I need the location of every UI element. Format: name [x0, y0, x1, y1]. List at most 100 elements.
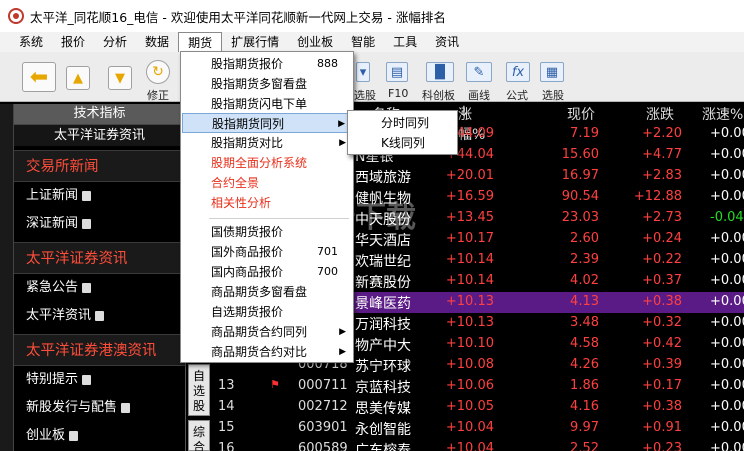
link-sh-news[interactable]: 上证新闻: [14, 182, 185, 210]
menu-futures[interactable]: 期货: [178, 32, 223, 52]
dd-commodity-multi[interactable]: 商品期货多窗看盘: [182, 282, 352, 302]
row-speed: +0.00: [710, 294, 744, 309]
row-change: +0.39: [642, 357, 682, 372]
row-change: +0.38: [642, 399, 682, 414]
dd-index-futures-quote[interactable]: 股指期货报价 888: [182, 54, 352, 74]
stock-picker-icon[interactable]: ▦: [540, 62, 564, 82]
doc-icon: [95, 311, 105, 321]
dd-domestic-commodity[interactable]: 国内商品报价 700: [182, 262, 352, 282]
row-name: 万润科技: [355, 317, 411, 333]
row-speed: +0.00: [710, 336, 744, 351]
select-label: 选股: [354, 89, 376, 102]
row-price: 1.86: [570, 378, 599, 393]
menu-data[interactable]: 数据: [136, 32, 178, 52]
stock-picker-label: 选股: [542, 89, 564, 102]
section-pacific-news: 太平洋证券资讯: [14, 242, 185, 274]
menu-quotes[interactable]: 报价: [52, 32, 94, 52]
row-price: 2.39: [570, 252, 599, 267]
dd-index-futures-same-list[interactable]: 股指期货同列 ▶: [182, 113, 352, 133]
link-pacific-info[interactable]: 太平洋资讯: [14, 302, 185, 330]
sub-kline-same-list[interactable]: K线同列: [349, 133, 456, 153]
row-speed: +0.00: [710, 231, 744, 246]
dd-index-futures-compare[interactable]: 股指期货对比 ▶: [182, 133, 352, 153]
row-pct: +10.06: [445, 378, 494, 393]
menu-news[interactable]: 资讯: [426, 32, 468, 52]
formula-icon[interactable]: fx: [506, 62, 530, 82]
draw-line-icon[interactable]: ✎: [466, 62, 492, 82]
row-speed: +0.00: [710, 168, 744, 183]
row-price: 4.58: [570, 336, 599, 351]
link-sz-news[interactable]: 深证新闻: [14, 210, 185, 238]
row-pct: +10.13: [445, 315, 494, 330]
row-number: 14: [218, 399, 235, 414]
row-pct: +10.08: [445, 357, 494, 372]
menu-system[interactable]: 系统: [10, 32, 52, 52]
row-speed: +0.00: [710, 147, 744, 162]
restore-icon[interactable]: ↻: [146, 60, 170, 84]
window-title: 太平洋_同花顺16_电信 - 欢迎使用太平洋同花顺新一代网上交易 - 涨幅排名: [30, 9, 446, 25]
dd-index-futures-multi[interactable]: 股指期货多窗看盘: [182, 74, 352, 94]
row-change: +2.73: [642, 210, 682, 225]
dd-correlation[interactable]: 相关性分析: [182, 193, 352, 213]
sub-intraday-same-list[interactable]: 分时同列: [349, 113, 456, 133]
menu-extended-quotes[interactable]: 扩展行情: [222, 32, 288, 52]
dd-full-analysis[interactable]: 股期全面分析系统: [182, 153, 352, 173]
row-change: +12.88: [633, 189, 682, 204]
row-pct: +10.04: [445, 441, 494, 451]
chinext-icon[interactable]: ▐▌: [426, 62, 454, 82]
table-row[interactable]: 15 603901 永创智能 +10.04 9.97 +0.91 +0.00: [212, 418, 744, 439]
title-bar: 太平洋_同花顺16_电信 - 欢迎使用太平洋同花顺新一代网上交易 - 涨幅排名: [0, 0, 744, 32]
header-speed[interactable]: 涨速%: [702, 104, 743, 124]
table-row[interactable]: 16 600589 广东榕泰 +10.04 2.52 +0.23 +0.00: [212, 439, 744, 451]
link-urgent-notice[interactable]: 紧急公告: [14, 274, 185, 302]
dd-index-futures-flash[interactable]: 股指期货闪电下单: [182, 94, 352, 114]
f10-icon[interactable]: ▤: [386, 62, 408, 82]
row-change: +0.17: [642, 378, 682, 393]
row-pct: +10.10: [445, 336, 494, 351]
flag-icon: ⚑: [270, 378, 280, 391]
row-speed: +0.00: [710, 189, 744, 204]
menu-smart[interactable]: 智能: [342, 32, 384, 52]
dd-commodity-same-list[interactable]: 商品期货合约同列 ▶: [182, 322, 352, 342]
submenu-arrow-icon: ▶: [339, 327, 346, 337]
submenu-arrow-icon: ▶: [339, 347, 346, 357]
row-code: 002712: [298, 399, 348, 414]
panel-header[interactable]: 技术指标: [14, 104, 185, 124]
header-change[interactable]: 涨跌: [646, 104, 674, 124]
row-price: 4.02: [570, 273, 599, 288]
dd-commodity-compare[interactable]: 商品期货合约对比 ▶: [182, 342, 352, 362]
row-name: 西域旅游: [355, 170, 411, 186]
dd-watchlist-futures[interactable]: 自选期货报价: [182, 302, 352, 322]
dd-treasury-futures[interactable]: 国债期货报价: [182, 222, 352, 242]
row-pct: +10.04: [445, 420, 494, 435]
app-logo-icon: [8, 8, 24, 24]
header-price[interactable]: 现价: [567, 104, 595, 124]
back-arrow-icon[interactable]: ⬅: [22, 62, 56, 92]
select-dropdown-icon[interactable]: ▾: [356, 62, 370, 82]
down-arrow-icon[interactable]: ▼: [108, 66, 132, 90]
row-change: +0.37: [642, 273, 682, 288]
row-number: 16: [218, 441, 235, 451]
submenu-arrow-icon: ▶: [339, 138, 346, 148]
row-number: 15: [218, 420, 235, 435]
menu-tools[interactable]: 工具: [384, 32, 426, 52]
tab-composite[interactable]: 综合: [188, 420, 210, 451]
link-special-notice[interactable]: 特别提示: [14, 366, 185, 394]
row-number: 13: [218, 378, 235, 393]
link-chinext[interactable]: 创业板: [14, 422, 185, 450]
dd-foreign-commodity[interactable]: 国外商品报价 701: [182, 242, 352, 262]
table-row[interactable]: 13 000711 京蓝科技 +10.06 1.86 +0.17 +0.00 ⚑: [212, 376, 744, 397]
row-speed: +0.00: [710, 420, 744, 435]
panel-subheader[interactable]: 太平洋证券资讯: [14, 124, 185, 146]
row-price: 16.97: [561, 168, 599, 183]
doc-icon: [82, 283, 92, 293]
menu-chinext[interactable]: 创业板: [288, 32, 342, 52]
dd-contract-panorama[interactable]: 合约全景: [182, 173, 352, 193]
doc-icon: [69, 431, 79, 441]
row-pct: +20.01: [445, 168, 494, 183]
menu-analysis[interactable]: 分析: [94, 32, 136, 52]
link-ipo[interactable]: 新股发行与配售: [14, 394, 185, 422]
tab-watchlist[interactable]: 自选股: [188, 364, 210, 416]
up-arrow-icon[interactable]: ▲: [66, 66, 90, 90]
table-row[interactable]: 14 002712 思美传媒 +10.05 4.16 +0.38 +0.00: [212, 397, 744, 418]
